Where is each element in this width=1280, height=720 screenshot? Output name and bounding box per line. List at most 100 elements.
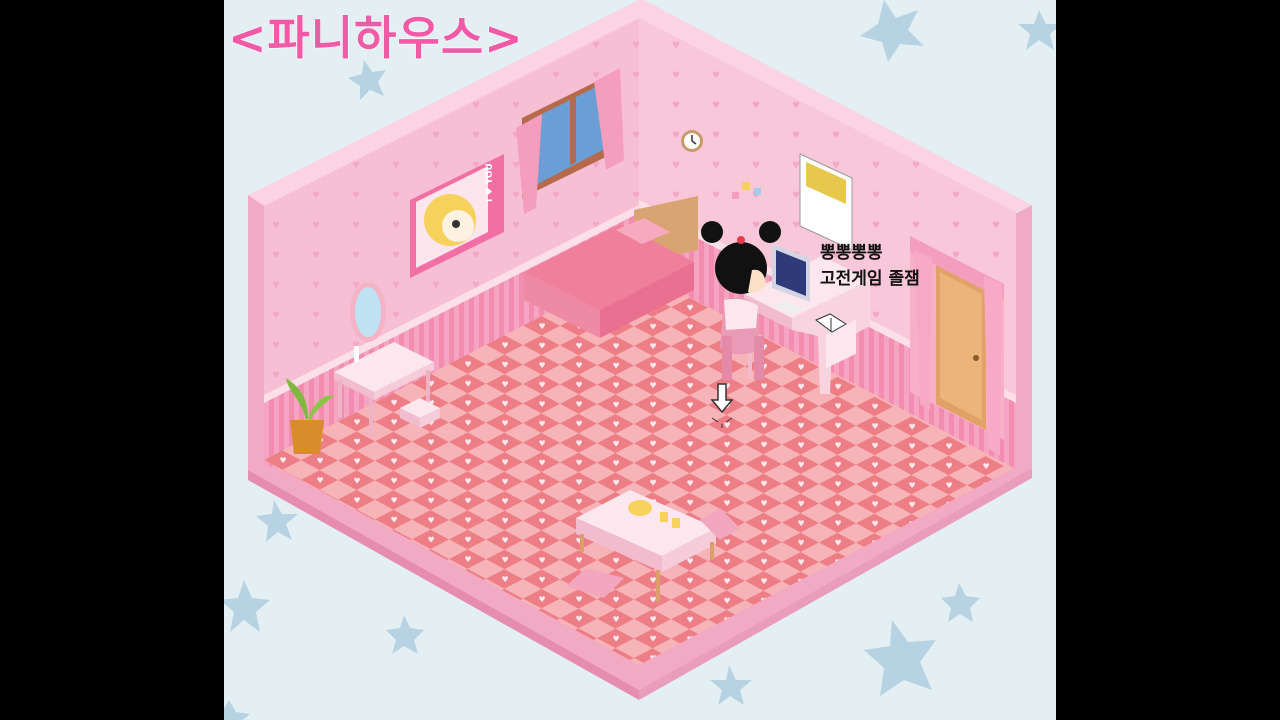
star-icon — [256, 500, 298, 542]
heart-icon: ♥ — [761, 441, 768, 450]
heart-icon: ♥ — [761, 558, 768, 567]
heart-icon: ♥ — [354, 418, 361, 427]
heart-icon: ♥ — [391, 477, 398, 486]
heart-icon: ♥ — [687, 362, 694, 371]
heart-icon: ♥ — [835, 539, 842, 548]
heart-icon: ♥ — [576, 439, 583, 448]
heart-icon: ♥ — [761, 519, 768, 528]
heart-icon: ♥ — [502, 516, 509, 525]
heart-icon: ♥ — [687, 596, 694, 605]
heart-icon: ♥ — [539, 380, 546, 389]
heart-icon: ♥ — [613, 556, 620, 565]
heart-icon: ♥ — [391, 457, 398, 466]
photo-frame — [742, 182, 750, 190]
heart-icon: ♥ — [465, 360, 472, 369]
heart-icon: ♥ — [317, 456, 324, 465]
heart-icon: ♥ — [687, 303, 694, 312]
heart-icon: ♥ — [539, 497, 546, 506]
heart-icon: ♥ — [391, 399, 398, 408]
heart-icon: ♥ — [391, 496, 398, 505]
heart-icon: ♥ — [539, 419, 546, 428]
heart-icon: ♥ — [465, 438, 472, 447]
star-icon — [224, 700, 250, 720]
heart-icon: ♥ — [576, 420, 583, 429]
heart-icon: ♥ — [650, 615, 657, 624]
heart-icon: ♥ — [687, 459, 694, 468]
heart-icon: ♥ — [798, 519, 805, 528]
heart-icon: ♥ — [724, 577, 731, 586]
heart-icon: ♥ — [428, 477, 435, 486]
heart-icon: ♥ — [539, 322, 546, 331]
heart-icon: ♥ — [761, 480, 768, 489]
heart-icon: ♥ — [613, 634, 620, 643]
heart-icon: ♥ — [835, 519, 842, 528]
heart-icon: ♥ — [502, 555, 509, 564]
star-icon — [1018, 10, 1056, 50]
heart-icon: ♥ — [502, 360, 509, 369]
star-icon — [941, 583, 980, 622]
heart-icon: ♥ — [539, 400, 546, 409]
heart-icon: ♥ — [724, 479, 731, 488]
heart-icon: ♥ — [761, 538, 768, 547]
heart-icon: ♥ — [539, 361, 546, 370]
heart-icon: ♥ — [317, 476, 324, 485]
heart-icon: ♥ — [650, 401, 657, 410]
game-viewport: ♥ ♥ ♥ ♥ ♥ ♥ ♥ ♥ ♥ ♥ ♥ ♥ ♥ ♥ ♥ ♥ ♥ ♥ ♥ ♥ … — [224, 0, 1056, 720]
star-icon — [860, 0, 924, 62]
heart-icon: ♥ — [798, 441, 805, 450]
heart-icon: ♥ — [576, 498, 583, 507]
heart-icon: ♥ — [724, 440, 731, 449]
heart-icon: ♥ — [872, 480, 879, 489]
heart-icon: ♥ — [872, 500, 879, 509]
heart-icon: ♥ — [983, 462, 990, 471]
heart-icon: ♥ — [465, 458, 472, 467]
heart-icon: ♥ — [576, 556, 583, 565]
heart-icon: ♥ — [909, 461, 916, 470]
heart-icon: ♥ — [502, 399, 509, 408]
heart-icon: ♥ — [502, 575, 509, 584]
heart-icon: ♥ — [650, 381, 657, 390]
heart-icon: ♥ — [650, 342, 657, 351]
heart-icon: ♥ — [576, 381, 583, 390]
heart-icon: ♥ — [576, 478, 583, 487]
heart-icon: ♥ — [613, 361, 620, 370]
heart-icon: ♥ — [354, 457, 361, 466]
heart-icon: ♥ — [687, 615, 694, 624]
heart-icon: ♥ — [539, 556, 546, 565]
heart-icon: ♥ — [613, 459, 620, 468]
heart-icon: ♥ — [650, 459, 657, 468]
heart-icon: ♥ — [650, 362, 657, 371]
heart-icon: ♥ — [798, 480, 805, 489]
heart-icon: ♥ — [687, 498, 694, 507]
heart-icon: ♥ — [465, 419, 472, 428]
heart-icon: ♥ — [650, 635, 657, 644]
heart-icon: ♥ — [687, 342, 694, 351]
heart-icon: ♥ — [576, 400, 583, 409]
heart-icon: ♥ — [724, 421, 731, 430]
heart-icon: ♥ — [613, 420, 620, 429]
heart-icon: ♥ — [687, 479, 694, 488]
heart-icon: ♥ — [650, 576, 657, 585]
heart-icon: ♥ — [687, 401, 694, 410]
heart-icon: ♥ — [465, 516, 472, 525]
heart-icon: ♥ — [761, 421, 768, 430]
heart-icon: ♥ — [798, 499, 805, 508]
heart-icon: ♥ — [761, 460, 768, 469]
heart-icon: ♥ — [835, 422, 842, 431]
photo-frame — [754, 188, 761, 195]
heart-icon: ♥ — [502, 419, 509, 428]
heart-icon: ♥ — [576, 615, 583, 624]
heart-icon: ♥ — [465, 380, 472, 389]
heart-icon: ♥ — [539, 575, 546, 584]
photo-frame — [732, 192, 739, 199]
heart-icon: ♥ — [539, 478, 546, 487]
heart-icon: ♥ — [872, 422, 879, 431]
heart-icon: ♥ — [354, 437, 361, 446]
heart-icon: ♥ — [909, 442, 916, 451]
heart-icon: ♥ — [465, 477, 472, 486]
heart-icon: ♥ — [613, 342, 620, 351]
heart-icon: ♥ — [613, 478, 620, 487]
heart-icon: ♥ — [872, 441, 879, 450]
heart-icon: ♥ — [946, 462, 953, 471]
heart-icon: ♥ — [650, 479, 657, 488]
